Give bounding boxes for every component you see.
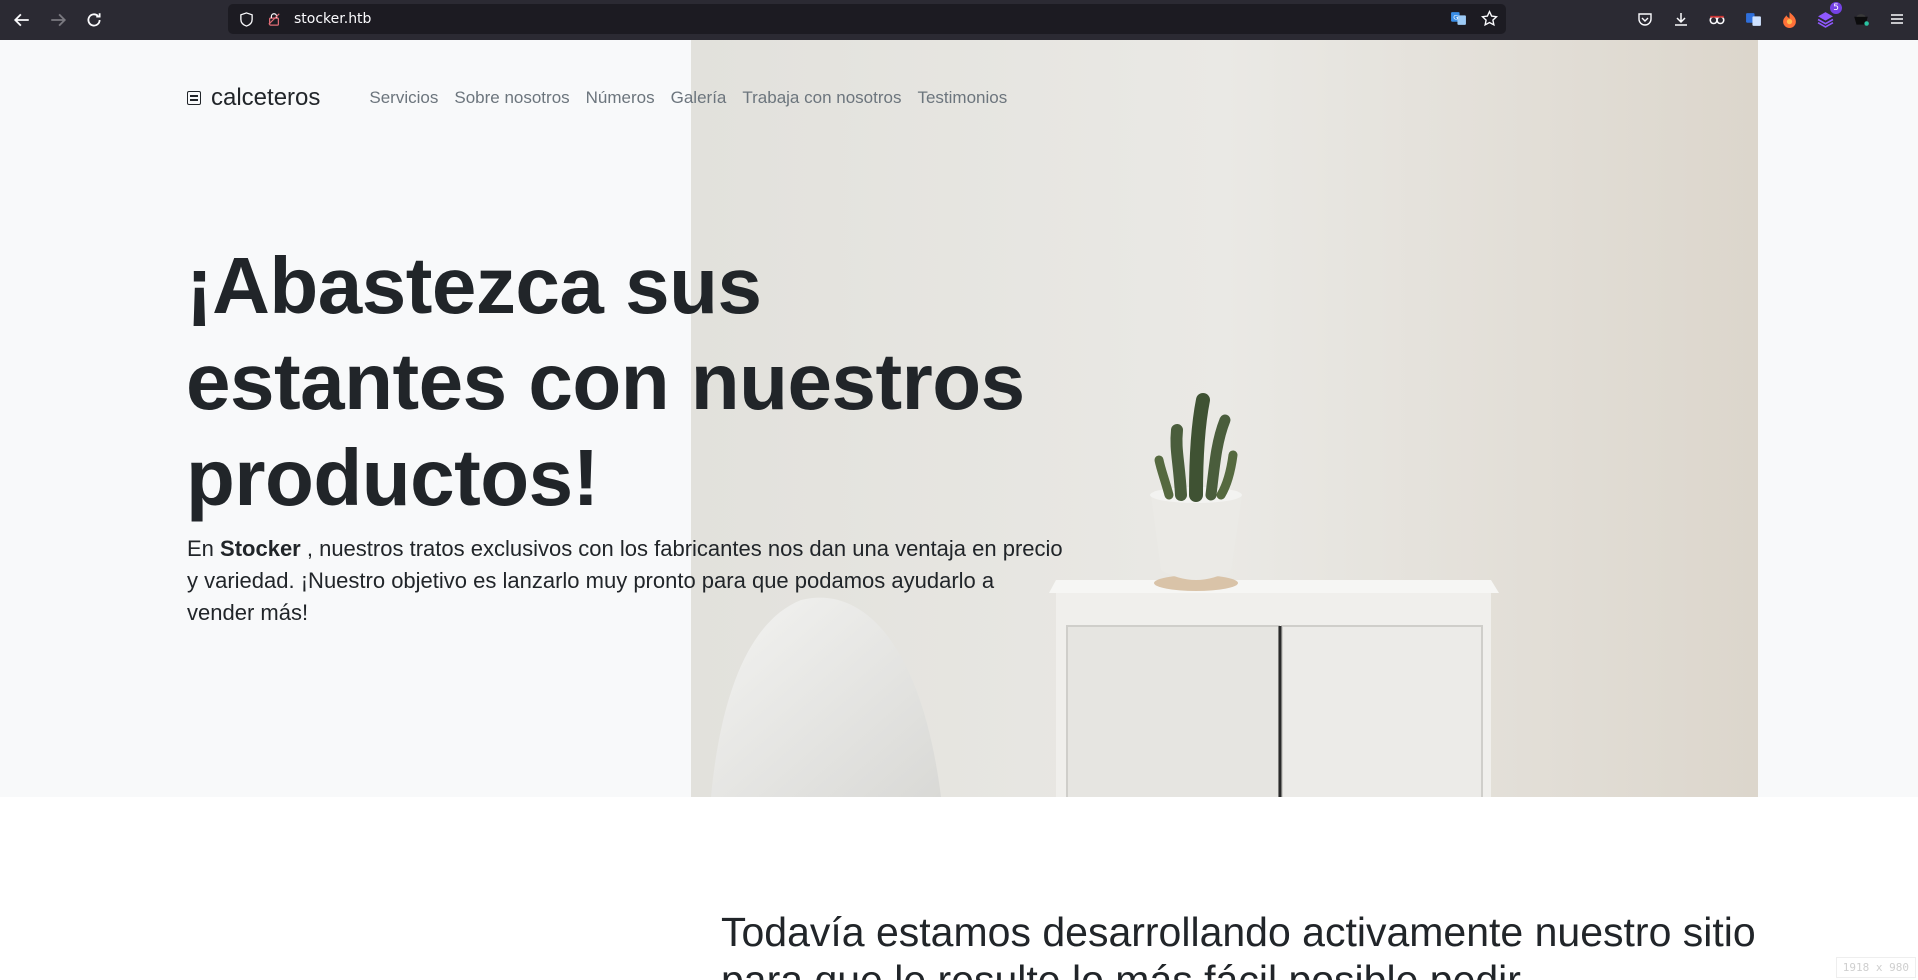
- extension-icon[interactable]: [1850, 8, 1872, 30]
- forward-icon[interactable]: [40, 2, 76, 38]
- lead-prefix: En: [187, 536, 221, 561]
- url-bar[interactable]: stocker.htb G: [228, 4, 1506, 34]
- extension-icon[interactable]: [1742, 8, 1764, 30]
- back-icon[interactable]: [4, 2, 40, 38]
- hero-lead: En Stocker , nuestros tratos exclusivos …: [187, 533, 1067, 629]
- translate-icon[interactable]: G: [1450, 10, 1467, 31]
- download-icon[interactable]: [1670, 8, 1692, 30]
- svg-text:G: G: [1453, 14, 1458, 22]
- lead-brand: Stocker: [220, 536, 301, 561]
- url-text[interactable]: stocker.htb: [294, 11, 371, 27]
- size-indicator: 1918 x 980: [1835, 957, 1916, 978]
- bookmark-star-icon[interactable]: [1480, 9, 1499, 31]
- nav-link-numeros[interactable]: Números: [586, 88, 655, 108]
- hero-section: calceteros Servicios Sobre nosotros Núme…: [0, 40, 1918, 797]
- menu-icon[interactable]: [1886, 8, 1908, 30]
- shield-icon[interactable]: [238, 11, 254, 27]
- extension-icon[interactable]: [1706, 8, 1728, 30]
- nav-link-galeria[interactable]: Galería: [671, 88, 727, 108]
- brand-name[interactable]: calceteros: [211, 84, 320, 112]
- site-navbar: calceteros Servicios Sobre nosotros Núme…: [187, 80, 1007, 116]
- extension-badge: 5: [1830, 2, 1842, 14]
- nav-link-testimonios[interactable]: Testimonios: [917, 88, 1007, 108]
- brand[interactable]: calceteros: [187, 84, 320, 112]
- hero-headline: ¡Abastezca sus estantes con nuestros pro…: [186, 241, 1025, 522]
- extension-icon[interactable]: [1778, 8, 1800, 30]
- reload-icon[interactable]: [76, 2, 112, 38]
- nav-link-sobre-nosotros[interactable]: Sobre nosotros: [454, 88, 569, 108]
- browser-toolbar: stocker.htb G 5: [0, 0, 1918, 40]
- development-heading: Todavía estamos desarrollando activament…: [721, 909, 1756, 980]
- nav-links: Servicios Sobre nosotros Números Galería…: [369, 88, 1007, 108]
- nav-link-servicios[interactable]: Servicios: [369, 88, 438, 108]
- pocket-icon[interactable]: [1634, 8, 1656, 30]
- extension-icon[interactable]: 5: [1814, 2, 1842, 30]
- lead-rest: , nuestros tratos exclusivos con los fab…: [187, 536, 1063, 625]
- nav-link-trabaja-con-nosotros[interactable]: Trabaja con nosotros: [742, 88, 901, 108]
- lock-icon[interactable]: [266, 11, 282, 27]
- shop-icon: [187, 91, 201, 105]
- page-viewport: calceteros Servicios Sobre nosotros Núme…: [0, 40, 1918, 980]
